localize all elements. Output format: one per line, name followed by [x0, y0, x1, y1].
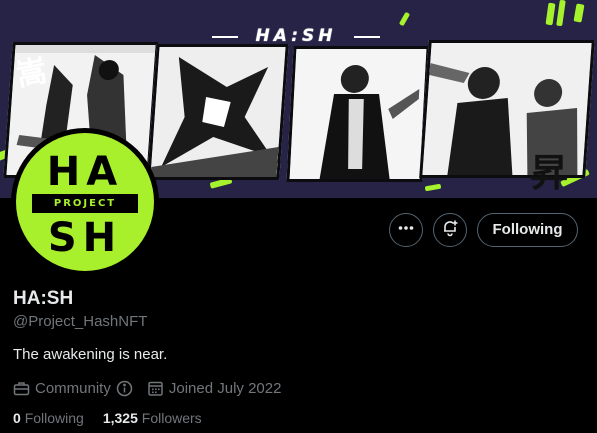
followers-link[interactable]: 1,325 Followers [103, 410, 202, 426]
follow-stats: 0 Following 1,325 Followers [13, 410, 202, 426]
profile-avatar[interactable]: HA PROJECT SH [11, 128, 159, 276]
profile-meta: Community Joined July 2022 [13, 378, 281, 398]
banner-kanji-right: 昇 [530, 150, 569, 195]
banner-slash [556, 0, 566, 27]
profile-name: HA:SH [13, 288, 74, 309]
avatar-text-bottom: SH [47, 215, 123, 261]
following-link[interactable]: 0 Following [13, 410, 84, 426]
banner-logo-text: HA:SH [212, 26, 380, 46]
banner-slash [398, 11, 411, 27]
followers-label: Followers [141, 410, 202, 426]
banner-slash [573, 3, 585, 23]
manga-panel-3 [286, 46, 430, 182]
info-icon[interactable] [116, 380, 133, 397]
banner-slash [545, 2, 556, 26]
banner-slash [424, 183, 442, 192]
briefcase-icon [13, 380, 30, 397]
avatar-logo: HA PROJECT SH [16, 133, 154, 271]
followers-count: 1,325 [102, 410, 138, 426]
profile-category[interactable]: Community [35, 380, 111, 397]
more-button[interactable] [389, 213, 423, 247]
following-count: 0 [13, 410, 21, 426]
following-button[interactable]: Following [477, 213, 578, 247]
calendar-icon [147, 380, 164, 397]
more-horizontal-icon [397, 219, 415, 242]
bell-plus-icon [441, 219, 459, 242]
following-label: Following [24, 410, 84, 426]
manga-panel-2 [147, 44, 289, 180]
avatar-text-top: HA [46, 149, 124, 195]
avatar-project-band: PROJECT [32, 194, 138, 213]
profile-joined-date: Joined July 2022 [168, 379, 282, 397]
profile-handle: @Project_HashNFT [13, 313, 148, 330]
manga-panel-4 [419, 40, 595, 178]
notifications-button[interactable] [433, 213, 467, 247]
profile-bio: The awakening is near. [13, 346, 168, 363]
